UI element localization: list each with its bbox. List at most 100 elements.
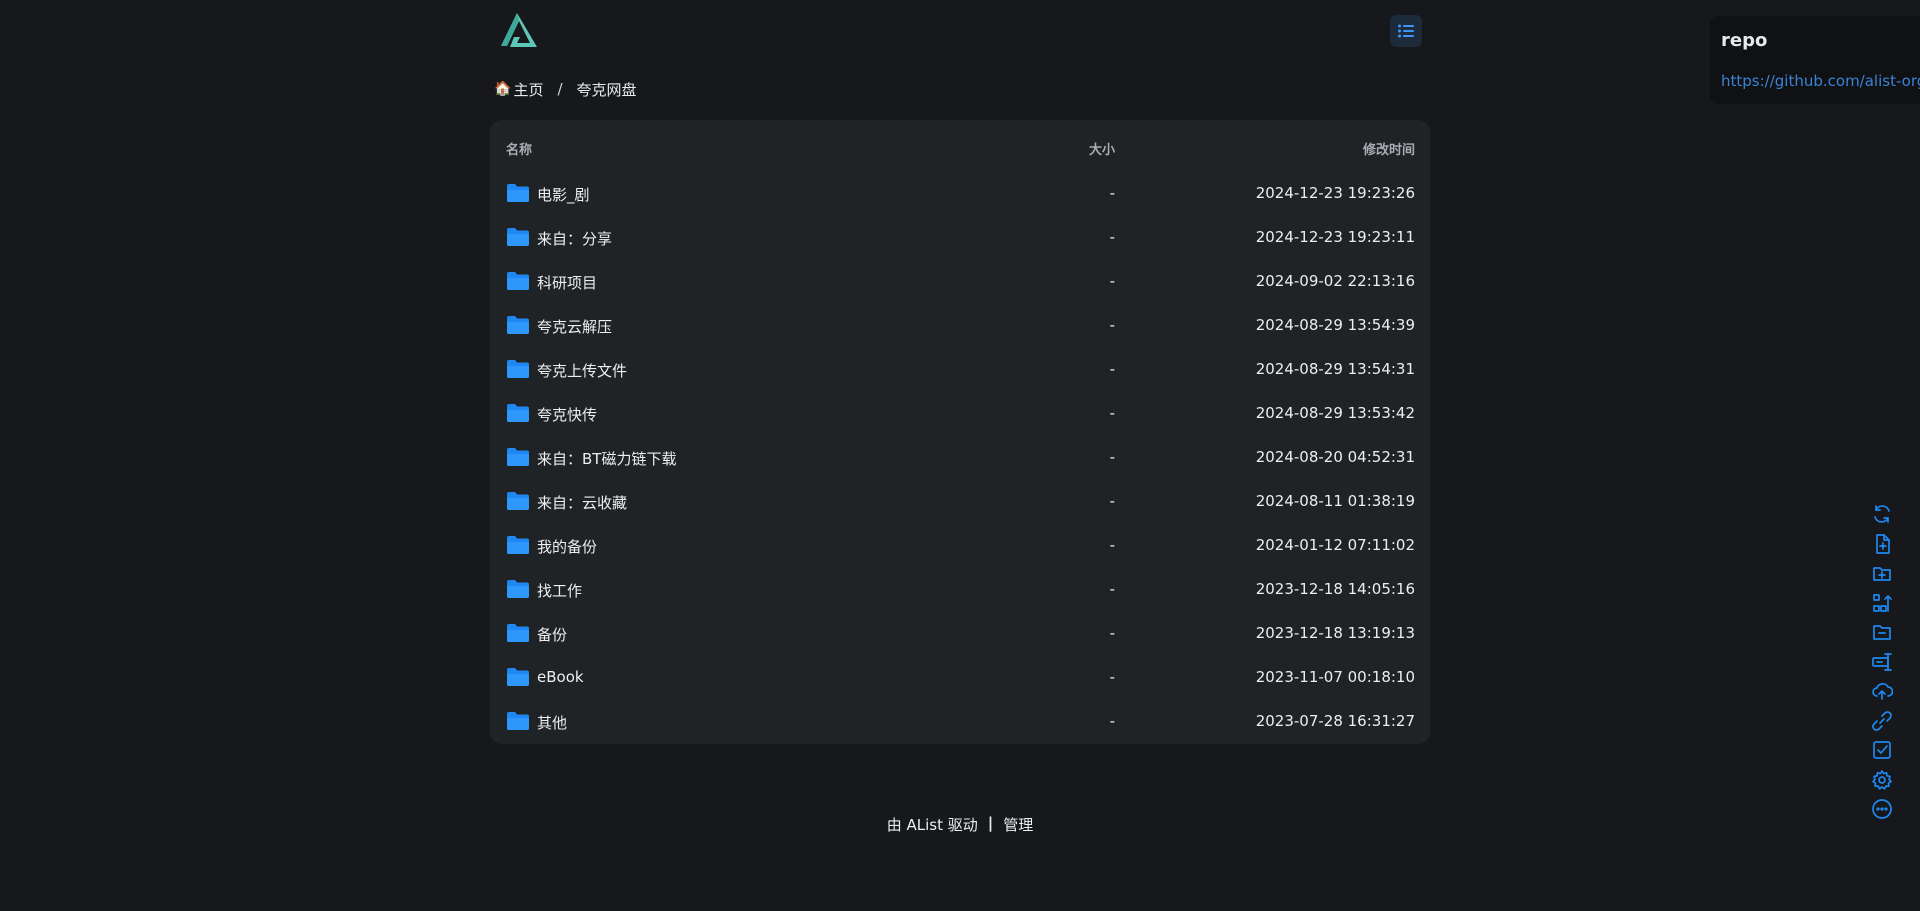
folder-icon <box>506 183 530 203</box>
file-list-panel: 名称 大小 修改时间 电影_剧 - 2024-12-23 19:23:26 来自：分享… <box>490 120 1430 744</box>
file-row[interactable]: 来自：云收藏 - 2024-08-11 01:38:19 <box>490 480 1430 524</box>
offline-download-button[interactable] <box>1868 707 1896 735</box>
file-row[interactable]: 夸克上传文件 - 2024-08-29 13:54:31 <box>490 348 1430 392</box>
folder-icon <box>506 315 530 335</box>
folder-icon <box>506 667 530 687</box>
footer-separator: | <box>987 814 994 832</box>
footer: 由 AList 驱动 | 管理 <box>0 814 1920 835</box>
file-name: 备份 <box>537 626 568 644</box>
batch-rename-icon <box>1872 652 1892 671</box>
new-file-button[interactable] <box>1868 530 1896 558</box>
breadcrumb-home-label: 主页 <box>513 80 544 99</box>
file-name: 夸克快传 <box>537 406 598 424</box>
upload-button[interactable] <box>1868 677 1896 705</box>
file-name: 来自：分享 <box>537 230 613 248</box>
file-row[interactable]: 来自：BT磁力链下载 - 2024-08-20 04:52:31 <box>490 436 1430 480</box>
file-rows: 电影_剧 - 2024-12-23 19:23:26 来自：分享 - 2024-12-23… <box>490 172 1430 744</box>
file-modified: 2024-08-29 13:54:31 <box>1255 360 1415 378</box>
batch-rename-button[interactable] <box>1868 648 1896 676</box>
breadcrumb-separator: / <box>557 80 563 98</box>
file-name: 电影_剧 <box>537 186 590 204</box>
remove-empty-folder-button[interactable] <box>1868 618 1896 646</box>
new-file-icon <box>1876 533 1890 554</box>
file-modified: 2023-12-18 13:19:13 <box>1255 624 1415 642</box>
new-folder-button[interactable] <box>1868 559 1896 587</box>
powered-by-link[interactable]: 由 AList 驱动 <box>887 814 978 835</box>
file-size: - <box>1109 272 1115 290</box>
column-header-modified[interactable]: 修改时间 <box>1363 139 1415 158</box>
settings-button[interactable] <box>1868 766 1896 794</box>
list-view-icon <box>1398 24 1414 38</box>
file-size: - <box>1109 492 1115 510</box>
breadcrumb-current[interactable]: 夸克网盘 <box>577 79 637 100</box>
file-row[interactable]: 夸克快传 - 2024-08-29 13:53:42 <box>490 392 1430 436</box>
file-name: 科研项目 <box>537 274 598 292</box>
file-name: 来自：BT磁力链下载 <box>537 450 677 468</box>
file-row[interactable]: 找工作 - 2023-12-18 14:05:16 <box>490 568 1430 612</box>
folder-icon <box>506 403 530 423</box>
file-modified: 2024-01-12 07:11:02 <box>1255 536 1415 554</box>
column-header-size[interactable]: 大小 <box>1089 139 1115 158</box>
file-size: - <box>1109 580 1115 598</box>
file-size: - <box>1109 668 1115 686</box>
upload-icon <box>1872 683 1893 700</box>
file-row[interactable]: eBook - 2023-11-07 00:18:10 <box>490 656 1430 700</box>
file-row[interactable]: 其他 - 2023-07-28 16:31:27 <box>490 700 1430 744</box>
select-button[interactable] <box>1868 736 1896 764</box>
select-icon <box>1873 741 1891 759</box>
more-button[interactable] <box>1868 795 1896 823</box>
file-name: 夸克云解压 <box>537 318 613 336</box>
folder-icon <box>506 359 530 379</box>
file-modified: 2023-11-07 00:18:10 <box>1255 668 1415 686</box>
folder-icon <box>506 711 530 731</box>
refresh-icon <box>1874 505 1890 523</box>
file-size: - <box>1109 316 1115 334</box>
manage-link[interactable]: 管理 <box>1003 814 1033 835</box>
file-size: - <box>1109 624 1115 642</box>
list-header: 名称 大小 修改时间 <box>490 120 1430 172</box>
refresh-button[interactable] <box>1868 500 1896 528</box>
file-name: 夸克上传文件 <box>537 362 628 380</box>
column-header-name[interactable]: 名称 <box>506 139 532 158</box>
file-row[interactable]: 我的备份 - 2024-01-12 07:11:02 <box>490 524 1430 568</box>
file-name: 找工作 <box>537 582 583 600</box>
file-row[interactable]: 备份 - 2023-12-18 13:19:13 <box>490 612 1430 656</box>
layout-toggle-button[interactable] <box>1390 15 1422 47</box>
folder-icon <box>506 623 530 643</box>
file-name: 其他 <box>537 714 568 732</box>
folder-icon <box>506 491 530 511</box>
alist-logo[interactable] <box>497 10 541 50</box>
file-row[interactable]: 夸克云解压 - 2024-08-29 13:54:39 <box>490 304 1430 348</box>
file-row[interactable]: 来自：分享 - 2024-12-23 19:23:11 <box>490 216 1430 260</box>
file-name: 来自：云收藏 <box>537 494 628 512</box>
file-size: - <box>1109 228 1115 246</box>
offline-download-icon <box>1872 710 1892 731</box>
breadcrumb: 🏠 主页 / 夸克网盘 <box>494 78 637 100</box>
file-row[interactable]: 科研项目 - 2024-09-02 22:13:16 <box>490 260 1430 304</box>
folder-icon <box>506 579 530 599</box>
folder-icon <box>506 447 530 467</box>
repo-link[interactable]: https://github.com/alist-org/alist <box>1721 72 1920 90</box>
more-icon <box>1872 799 1892 819</box>
recursive-move-icon <box>1873 593 1892 612</box>
repo-title: repo <box>1721 30 1768 51</box>
new-folder-icon <box>1873 567 1891 581</box>
file-modified: 2024-09-02 22:13:16 <box>1255 272 1415 290</box>
folder-icon <box>506 535 530 555</box>
file-size: - <box>1109 404 1115 422</box>
folder-icon <box>506 227 530 247</box>
file-modified: 2024-08-11 01:38:19 <box>1255 492 1415 510</box>
repo-card: repo https://github.com/alist-org/alist <box>1710 16 1920 104</box>
file-modified: 2023-12-18 14:05:16 <box>1255 580 1415 598</box>
file-modified: 2024-08-20 04:52:31 <box>1255 448 1415 466</box>
breadcrumb-home[interactable]: 🏠 主页 <box>494 79 543 100</box>
file-size: - <box>1109 712 1115 730</box>
house-icon: 🏠 <box>494 81 512 97</box>
folder-icon <box>506 271 530 291</box>
file-name: eBook <box>537 668 584 686</box>
file-row[interactable]: 电影_剧 - 2024-12-23 19:23:26 <box>490 172 1430 216</box>
remove-empty-folder-icon <box>1873 625 1891 640</box>
file-modified: 2024-12-23 19:23:26 <box>1255 184 1415 202</box>
recursive-move-button[interactable] <box>1868 589 1896 617</box>
file-size: - <box>1109 360 1115 378</box>
